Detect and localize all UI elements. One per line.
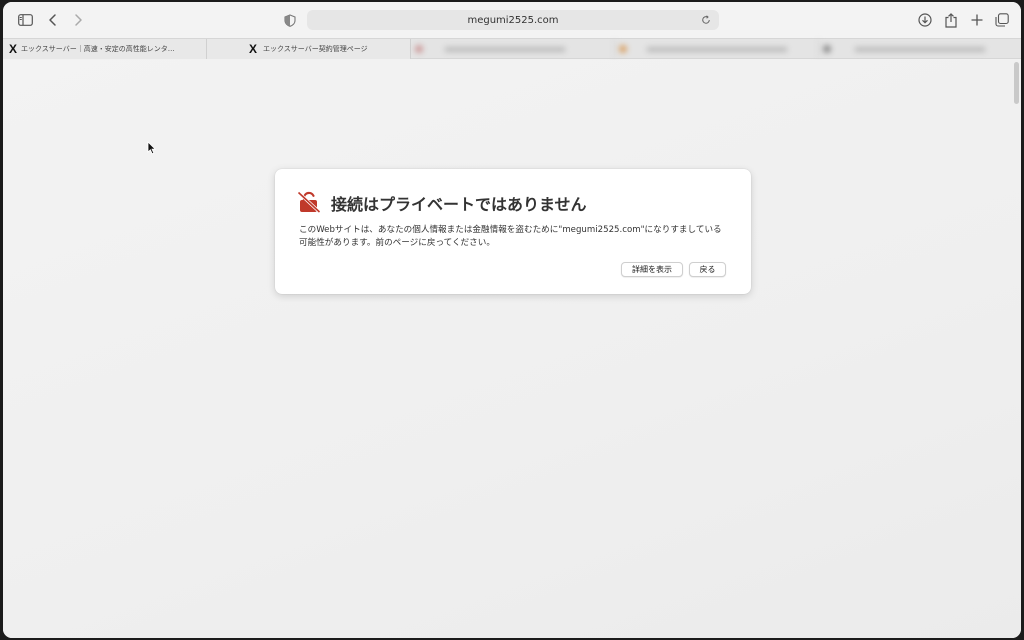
shield-icon[interactable] [280,10,300,30]
tab-label: エックスサーバー契約管理ページ [263,45,368,53]
tab-label: エックスサーバー｜高速・安定の高性能レンタ… [21,45,175,53]
blurred-favicon-icon [619,45,627,53]
browser-toolbar: megumi2525.com [3,2,1021,38]
dialog-body-text: このWebサイトは、あなたの個人情報または金融情報を盗むために"megumi25… [299,225,722,248]
x-favicon-icon: X [9,42,18,56]
browser-window: megumi2525.com X エックスサーバー｜高速・安定の高性能レンタ… … [3,2,1021,638]
tab-xserver-home[interactable]: X エックスサーバー｜高速・安定の高性能レンタ… [3,39,207,59]
tab-blurred-1[interactable] [411,39,615,59]
vertical-scrollbar[interactable] [1014,62,1019,104]
address-url: megumi2525.com [467,14,559,26]
go-back-button[interactable]: 戻る [689,262,726,277]
blurred-favicon-icon [415,45,423,53]
blurred-favicon-icon [823,45,831,53]
chevron-right-icon[interactable] [68,10,88,30]
blurred-tab-title-shape [855,46,985,52]
blurred-tab-title-shape [647,46,787,52]
address-bar[interactable]: megumi2525.com [307,10,719,30]
share-icon[interactable] [941,10,961,30]
sidebar-icon[interactable] [15,10,35,30]
chevron-left-icon[interactable] [43,10,63,30]
show-details-button[interactable]: 詳細を表示 [621,262,683,277]
reload-icon[interactable] [699,13,713,27]
broken-lock-icon [297,191,321,213]
tab-blurred-2[interactable] [615,39,819,59]
x-favicon-icon: X [249,42,258,56]
tab-blurred-3[interactable] [819,39,1021,59]
mouse-cursor-icon [147,141,157,155]
tabs-icon[interactable] [992,10,1012,30]
tab-bar: X エックスサーバー｜高速・安定の高性能レンタ… X エックスサーバー契約管理ペ… [3,38,1021,59]
tab-xserver-account[interactable]: X エックスサーバー契約管理ページ [207,39,411,59]
plus-icon[interactable] [967,10,987,30]
blurred-tab-title-shape [445,46,565,52]
dialog-title: 接続はプライベートではありません [331,195,587,214]
privacy-warning-dialog: 接続はプライベートではありません このWebサイトは、あなたの個人情報または金融… [275,169,751,294]
download-icon[interactable] [915,10,935,30]
